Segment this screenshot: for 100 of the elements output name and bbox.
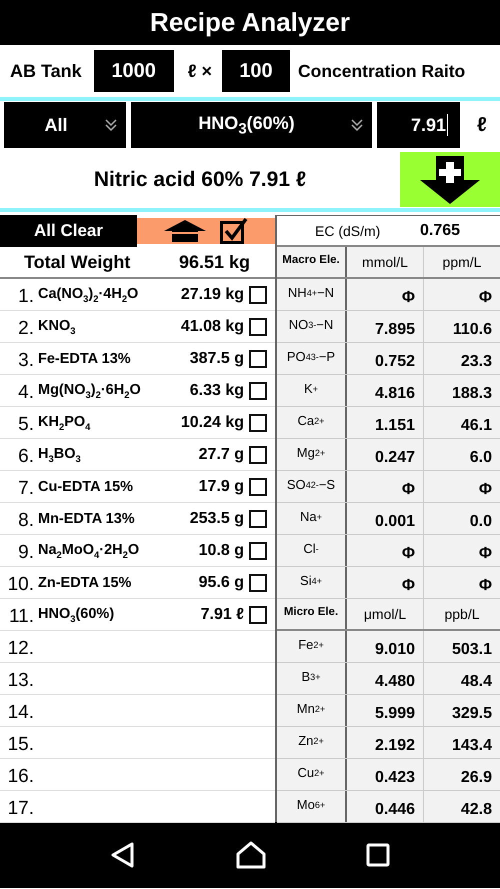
table-cell: 9.010	[347, 631, 424, 662]
checkbox[interactable]	[249, 542, 267, 560]
table-cell-text: 6.0	[468, 448, 493, 468]
table-cell: 7.895	[347, 311, 424, 342]
table-cell-text: 503.1	[450, 640, 493, 660]
selection-summary: Nitric acid 60% 7.91 ℓ	[92, 168, 308, 192]
table-cell-text: 48.4	[460, 672, 493, 692]
row-number: 14.	[6, 700, 34, 724]
table-cell-text: Φ	[478, 576, 493, 596]
ratio-field[interactable]: 100	[222, 50, 290, 92]
table-cell: 4.816	[347, 375, 424, 406]
ion-label: Mg$^{2+}$	[277, 439, 347, 470]
table-cell-text: 143.4	[450, 736, 493, 756]
row-number: 6.	[17, 444, 34, 468]
category-dropdown[interactable]: All	[4, 102, 126, 148]
row-number: 15.	[6, 732, 34, 756]
table-cell: 1.151	[347, 407, 424, 438]
row-number: 17.	[6, 796, 34, 820]
checkbox[interactable]	[249, 318, 267, 336]
table-cell: 0.423	[347, 759, 424, 790]
all-clear-button[interactable]: All Clear	[0, 215, 137, 247]
table-cell-text: 42.8	[460, 800, 493, 820]
ion-label: Zn$^{2+}$	[277, 727, 347, 758]
table-cell-text: 329.5	[450, 704, 493, 724]
table-cell-text: 23.3	[460, 352, 493, 372]
row-number: 8.	[17, 508, 34, 532]
column-header: Macro Ele.	[277, 247, 347, 277]
table-cell-text: Φ	[478, 288, 493, 308]
ingredient-name: KH$_{2}$PO$_{4}$	[38, 414, 92, 432]
row-number: 4.	[17, 380, 34, 404]
text-cursor	[447, 114, 448, 136]
check-all-button[interactable]	[220, 218, 248, 244]
ion-label: Mn$^{2+}$	[277, 695, 347, 726]
ingredient-amount: 253.5 g	[190, 510, 244, 528]
ingredient-amount: 27.19 kg	[180, 286, 244, 304]
ingredient-amount: 6.33 kg	[190, 382, 244, 400]
ingredient-name: Na$_{2}$MoO$_{4}$·2H$_{2}$O	[38, 542, 140, 560]
checkbox[interactable]	[249, 414, 267, 432]
add-button[interactable]	[400, 152, 500, 207]
move-up-button[interactable]	[164, 220, 206, 242]
checkbox[interactable]	[249, 446, 267, 464]
table-cell: 0.752	[347, 343, 424, 374]
checkbox[interactable]	[249, 510, 267, 528]
ion-label: Fe$^{2+}$	[277, 631, 347, 662]
ingredient-amount: 17.9 g	[198, 478, 244, 496]
unit-label: ℓ	[477, 114, 487, 136]
total-weight-value: 96.51 kg	[179, 252, 250, 272]
home-icon[interactable]	[236, 841, 266, 869]
row-number: 10.	[6, 572, 34, 596]
checkbox[interactable]	[249, 382, 267, 400]
ec-value: 0.765	[420, 222, 460, 240]
table-cell-text: Φ	[478, 544, 493, 564]
double-chevron-icon	[104, 117, 118, 133]
ingredient-name: KNO$_{3}$	[38, 318, 76, 336]
ingredient-name: HNO$_{3}$(60%)	[38, 606, 116, 624]
amount-field[interactable]: 7.91	[377, 102, 460, 148]
checkbox[interactable]	[249, 350, 267, 368]
total-weight-label: Total Weight	[24, 252, 132, 272]
ion-label: K$^{+}$	[277, 375, 347, 406]
table-cell: 2.192	[347, 727, 424, 758]
tank-label: AB Tank	[10, 60, 82, 82]
ion-label: Ca$^{2+}$	[277, 407, 347, 438]
ion-label: Cl$^{-}$	[277, 535, 347, 566]
table-cell-text: 0.0	[468, 512, 493, 532]
table-cell: Φ	[347, 279, 424, 310]
checkbox[interactable]	[249, 286, 267, 304]
app-title: Recipe Analyzer	[0, 0, 500, 45]
ingredient-amount: 10.24 kg	[180, 414, 244, 432]
back-icon[interactable]	[110, 842, 136, 868]
checkbox[interactable]	[249, 574, 267, 592]
table-cell: 0.446	[347, 791, 424, 822]
table-cell: Φ	[347, 567, 424, 598]
table-cell-text: 26.9	[460, 768, 493, 788]
row-number: 11.	[8, 604, 34, 628]
checkbox[interactable]	[249, 478, 267, 496]
ingredient-name: Zn-EDTA 15%	[38, 574, 132, 590]
ingredient-name: Fe-EDTA 13%	[38, 350, 132, 366]
ingredient-name: H$_{3}$BO$_{3}$	[38, 446, 82, 464]
table-cell-text: Φ	[478, 480, 493, 500]
ingredient-amount: 41.08 kg	[180, 318, 244, 336]
recent-apps-icon[interactable]	[366, 843, 390, 867]
row-number: 2.	[17, 316, 34, 340]
ingredient-name: Cu-EDTA 15%	[38, 478, 134, 494]
tank-volume-field[interactable]: 1000	[94, 50, 174, 92]
ingredient-dropdown[interactable]: HNO$_{3}$(60%)	[131, 102, 372, 148]
ingredient-name: Ca(NO$_{3}$)$_{2}$·4H$_{2}$O	[38, 286, 140, 304]
ingredient-amount: 95.6 g	[198, 574, 244, 592]
table-cell-text: 110.6	[452, 320, 493, 340]
column-header: mmol/L	[347, 247, 424, 277]
ingredient-amount: 10.8 g	[198, 542, 244, 560]
table-cell: Φ	[347, 535, 424, 566]
checkbox[interactable]	[249, 606, 267, 624]
checkbox-tick-icon	[220, 218, 248, 244]
table-cell: 0.247	[347, 439, 424, 470]
ec-label: EC (dS/m)	[315, 222, 382, 238]
row-number: 12.	[6, 636, 34, 660]
ingredient-name: Mn-EDTA 13%	[38, 510, 136, 526]
unit-label: ℓ ×	[188, 60, 212, 82]
ingredient-name: Mg(NO$_{3}$)$_{2}$·6H$_{2}$O	[38, 382, 142, 400]
double-chevron-icon	[350, 117, 364, 133]
